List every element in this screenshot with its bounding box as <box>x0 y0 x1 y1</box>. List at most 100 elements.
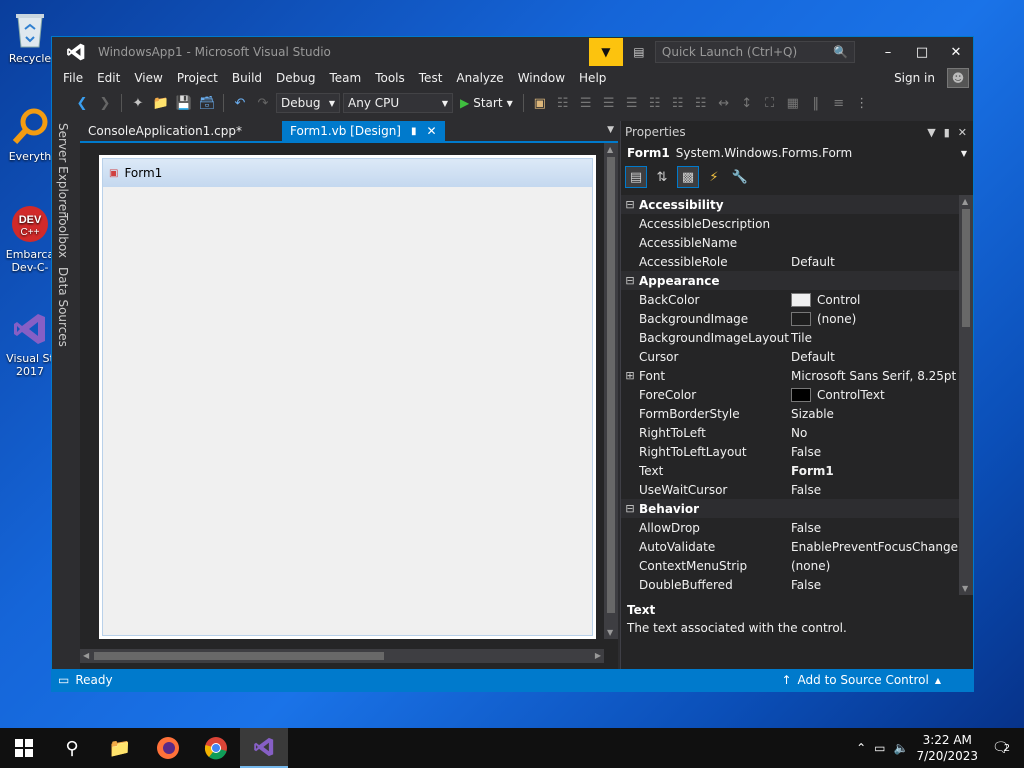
visual-studio-taskbar-button[interactable] <box>240 728 288 768</box>
property-value[interactable]: Microsoft Sans Serif, 8.25pt <box>791 369 959 383</box>
vertical-spacing-icon[interactable]: ≡ <box>829 93 849 113</box>
property-row[interactable]: DoubleBuffered False <box>621 575 959 594</box>
property-row[interactable]: AccessibleRole Default <box>621 252 959 271</box>
new-project-icon[interactable]: ✦ <box>128 93 148 113</box>
properties-header[interactable]: Properties ▼ ▮ ✕ <box>621 121 973 143</box>
alphabetical-icon[interactable]: ⇅ <box>651 166 673 188</box>
property-row[interactable]: UseWaitCursor False <box>621 480 959 499</box>
bring-to-front-icon[interactable]: ▣ <box>530 93 550 113</box>
redo-icon[interactable]: ↷ <box>253 93 273 113</box>
scrollbar-thumb[interactable] <box>607 157 615 613</box>
form1-client-area[interactable] <box>107 187 588 631</box>
file-explorer-button[interactable]: 📁 <box>96 728 144 768</box>
property-row[interactable]: RightToLeftLayout False <box>621 442 959 461</box>
size-to-grid-icon[interactable]: ▦ <box>783 93 803 113</box>
property-row[interactable]: BackgroundImage (none) <box>621 309 959 328</box>
align-center-icon[interactable]: ☰ <box>599 93 619 113</box>
volume-muted-icon[interactable]: 🔈 <box>894 741 909 755</box>
property-row[interactable]: AutoValidate EnablePreventFocusChange <box>621 537 959 556</box>
property-value[interactable]: Tile <box>791 331 959 345</box>
property-row[interactable]: ContextMenuStrip (none) <box>621 556 959 575</box>
scroll-left-icon[interactable]: ◀ <box>83 651 89 660</box>
solution-platform-dropdown[interactable]: Any CPU ▼ <box>343 93 453 113</box>
tab-overflow-icon[interactable]: ▼ <box>607 125 614 135</box>
make-same-width-icon[interactable]: ↔ <box>714 93 734 113</box>
scroll-up-icon[interactable]: ▲ <box>607 145 613 154</box>
tab-data-sources[interactable]: Data Sources <box>56 267 70 347</box>
firefox-button[interactable] <box>144 728 192 768</box>
property-row[interactable]: RightToLeft No <box>621 423 959 442</box>
scrollbar-thumb[interactable] <box>962 209 970 327</box>
search-button[interactable]: ⚲ <box>48 728 96 768</box>
property-value[interactable]: No <box>791 426 959 440</box>
menu-help[interactable]: Help <box>572 67 613 89</box>
property-value[interactable]: ControlText <box>791 387 959 402</box>
property-value[interactable]: Default <box>791 350 959 364</box>
notifications-flag-button[interactable]: ▼ <box>588 38 623 66</box>
collapse-icon[interactable]: ⊟ <box>621 198 639 211</box>
make-same-size-icon[interactable]: ⛶ <box>760 93 780 113</box>
property-value[interactable]: False <box>791 521 959 535</box>
property-row[interactable]: AccessibleDescription <box>621 214 959 233</box>
minimize-button[interactable]: – <box>871 37 905 67</box>
property-row[interactable]: Cursor Default <box>621 347 959 366</box>
property-value[interactable]: Sizable <box>791 407 959 421</box>
align-right-icon[interactable]: ☰ <box>622 93 642 113</box>
scroll-up-icon[interactable]: ▲ <box>962 197 968 206</box>
form-designer[interactable]: ▣ Form1 ▲ ▼ ◀ ▶ <box>80 143 618 669</box>
collapse-icon[interactable]: ⊟ <box>621 274 639 287</box>
navigate-forward-icon[interactable]: ❯ <box>95 93 115 113</box>
title-bar[interactable]: WindowsApp1 - Microsoft Visual Studio ▼ … <box>52 37 973 67</box>
property-row[interactable]: BackColor Control <box>621 290 959 309</box>
property-row[interactable]: AccessibleName <box>621 233 959 252</box>
menu-team[interactable]: Team <box>322 67 368 89</box>
properties-view-icon[interactable]: ▩ <box>677 166 699 188</box>
show-hidden-icons-chevron[interactable]: ⌃ <box>856 741 866 755</box>
property-category[interactable]: ⊟ Appearance <box>621 271 959 290</box>
start-debugging-button[interactable]: ▶ Start ▼ <box>456 96 517 110</box>
close-button[interactable]: ✕ <box>939 37 973 67</box>
scrollbar-thumb[interactable] <box>94 652 384 660</box>
horizontal-spacing-icon[interactable]: ‖ <box>806 93 826 113</box>
property-category[interactable]: ⊟ Accessibility <box>621 195 959 214</box>
designer-horizontal-scrollbar[interactable]: ◀ ▶ <box>80 649 604 663</box>
tab-form1-design[interactable]: Form1.vb [Design] ▮ ✕ <box>281 121 445 141</box>
property-category[interactable]: ⊟ Behavior <box>621 499 959 518</box>
undo-icon[interactable]: ↶ <box>230 93 250 113</box>
object-selector-dropdown[interactable]: Form1 System.Windows.Forms.Form ▼ <box>621 143 973 163</box>
menu-tools[interactable]: Tools <box>368 67 412 89</box>
add-to-source-control-button[interactable]: ↑ Add to Source Control ▲ <box>781 673 941 687</box>
expand-icon[interactable]: ⊞ <box>621 369 639 382</box>
property-value[interactable]: False <box>791 578 959 592</box>
quick-launch-input[interactable]: Quick Launch (Ctrl+Q) 🔍 <box>654 41 855 63</box>
property-row[interactable]: Text Form1 <box>621 461 959 480</box>
window-position-icon[interactable]: ▼ <box>927 126 935 139</box>
property-value[interactable]: Form1 <box>791 464 959 478</box>
designer-vertical-scrollbar[interactable]: ▲ ▼ <box>604 143 618 639</box>
save-icon[interactable]: 💾 <box>174 93 194 113</box>
property-value[interactable]: Default <box>791 255 959 269</box>
menu-analyze[interactable]: Analyze <box>449 67 510 89</box>
menu-debug[interactable]: Debug <box>269 67 322 89</box>
property-row[interactable]: AllowDrop False <box>621 518 959 537</box>
property-row[interactable]: ⊞ Font Microsoft Sans Serif, 8.25pt <box>621 366 959 385</box>
tab-console-application[interactable]: ConsoleApplication1.cpp* <box>80 121 250 141</box>
events-icon[interactable]: ⚡ <box>703 166 725 188</box>
solution-configuration-dropdown[interactable]: Debug ▼ <box>276 93 340 113</box>
menu-window[interactable]: Window <box>511 67 572 89</box>
network-icon[interactable]: ▭ <box>874 741 885 755</box>
align-grid-icon[interactable]: ☷ <box>553 93 573 113</box>
form1-window[interactable]: ▣ Form1 <box>102 158 593 636</box>
make-same-height-icon[interactable]: ↕ <box>737 93 757 113</box>
menu-file[interactable]: File <box>56 67 90 89</box>
scroll-down-icon[interactable]: ▼ <box>962 584 968 593</box>
tab-server-explorer[interactable]: Server Explorer <box>56 123 70 216</box>
feedback-icon[interactable]: ▤ <box>627 45 651 59</box>
start-button[interactable] <box>0 728 48 768</box>
output-window-icon[interactable]: ▭ <box>58 673 69 687</box>
menu-test[interactable]: Test <box>412 67 450 89</box>
property-row[interactable]: BackgroundImageLayout Tile <box>621 328 959 347</box>
clock[interactable]: 3:22 AM 7/20/2023 <box>916 732 978 764</box>
scroll-down-icon[interactable]: ▼ <box>607 628 613 637</box>
menu-build[interactable]: Build <box>225 67 269 89</box>
